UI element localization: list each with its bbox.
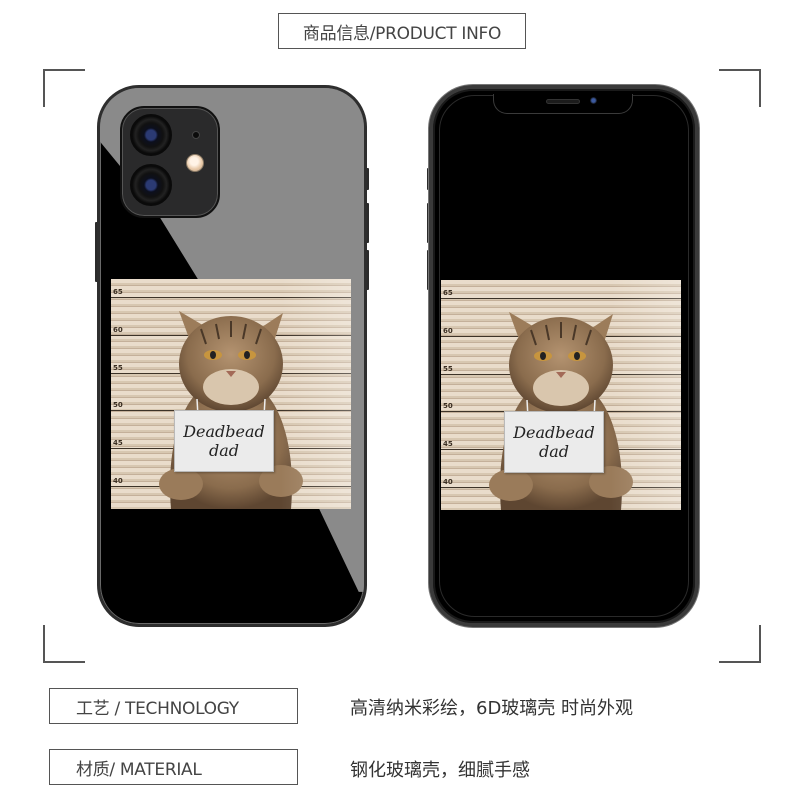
product-info-title: 商品信息/PRODUCT INFO [278, 13, 526, 49]
phone-case-front-view: 65 60 55 50 45 40 Deadbead dad [429, 85, 699, 627]
cat-sign: Deadbead dad [174, 410, 274, 472]
height-mark-label: 60 [113, 326, 123, 334]
height-mark-label: 60 [443, 327, 453, 335]
cat-sign: Deadbead dad [504, 411, 604, 473]
height-mark-label: 50 [113, 401, 123, 409]
front-camera-icon [590, 97, 597, 104]
height-mark-label: 45 [443, 440, 453, 448]
material-label: 材质/ MATERIAL [49, 749, 298, 785]
cat-mugshot-print: 65 60 55 50 45 40 Deadbead dad [441, 280, 681, 510]
corner-bracket-bottom-right [719, 625, 761, 663]
height-mark-label: 55 [443, 365, 453, 373]
height-mark-label: 65 [113, 288, 123, 296]
microphone-icon [192, 131, 200, 139]
height-mark-label: 40 [113, 477, 123, 485]
corner-bracket-bottom-left [43, 625, 85, 663]
flash-icon [186, 154, 204, 172]
phone-case-back-view: 65 60 55 50 45 40 Deadbead dad [97, 85, 367, 627]
material-value: 钢化玻璃壳，细腻手感 [350, 760, 530, 781]
cat-illustration [489, 312, 633, 510]
corner-bracket-top-left [43, 69, 85, 107]
speaker-icon [546, 99, 580, 104]
camera-lens-icon [130, 164, 172, 206]
height-mark-label: 65 [443, 289, 453, 297]
height-mark-label: 45 [113, 439, 123, 447]
technology-value: 高清纳米彩绘，6D玻璃壳 时尚外观 [350, 698, 634, 719]
camera-module [120, 106, 220, 218]
height-mark-label: 55 [113, 364, 123, 372]
height-mark-label: 40 [443, 478, 453, 486]
cat-mugshot-print: 65 60 55 50 45 40 Deadbead dad [111, 279, 351, 509]
technology-label: 工艺 / TECHNOLOGY [49, 688, 298, 724]
corner-bracket-top-right [719, 69, 761, 107]
camera-lens-icon [130, 114, 172, 156]
height-mark-label: 50 [443, 402, 453, 410]
phone-notch [493, 94, 633, 114]
cat-illustration [159, 311, 303, 509]
